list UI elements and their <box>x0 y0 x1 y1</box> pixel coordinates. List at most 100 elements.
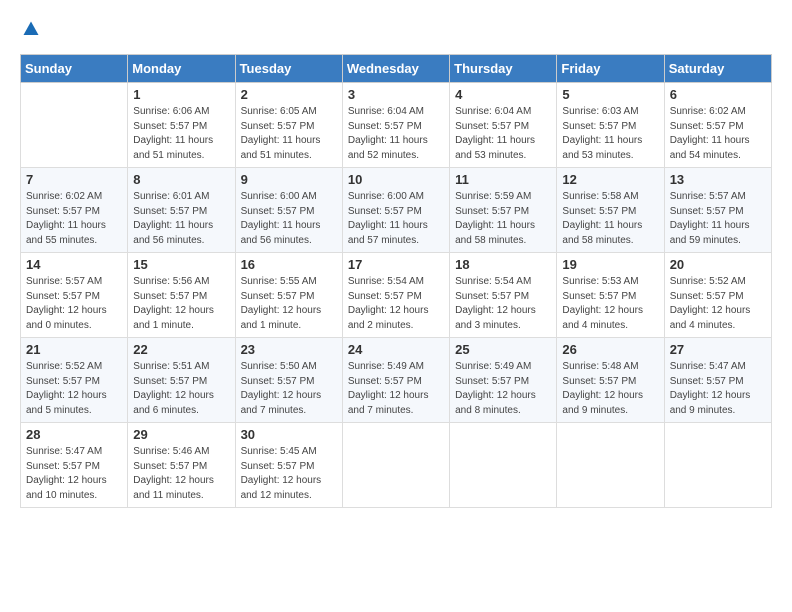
day-number: 30 <box>241 427 337 442</box>
calendar-cell: 15Sunrise: 5:56 AMSunset: 5:57 PMDayligh… <box>128 253 235 338</box>
calendar-cell: 22Sunrise: 5:51 AMSunset: 5:57 PMDayligh… <box>128 338 235 423</box>
day-info: Sunrise: 6:03 AMSunset: 5:57 PMDaylight:… <box>562 105 658 163</box>
calendar-header-row: SundayMondayTuesdayWednesdayThursdayFrid… <box>21 55 772 83</box>
column-header-saturday: Saturday <box>664 55 771 83</box>
day-number: 5 <box>562 87 658 102</box>
calendar-week-5: 28Sunrise: 5:47 AMSunset: 5:57 PMDayligh… <box>21 423 772 508</box>
calendar-cell: 27 Sunrise: 5:47 AMSunset: 5:57 PMDayligh… <box>664 338 771 423</box>
day-number: 11 <box>455 172 551 187</box>
day-number: 29 <box>133 427 229 442</box>
calendar-cell: 4Sunrise: 6:04 AMSunset: 5:57 PMDaylight… <box>450 83 557 168</box>
day-number: 17 <box>348 257 444 272</box>
calendar-cell: 19 Sunrise: 5:53 AMSunset: 5:57 PMDayligh… <box>557 253 664 338</box>
calendar-cell: 14 Sunrise: 5:57 AMSunset: 5:57 PMDayligh… <box>21 253 128 338</box>
column-header-friday: Friday <box>557 55 664 83</box>
day-number: 4 <box>455 87 551 102</box>
calendar-cell: 12 Sunrise: 5:58 AMSunset: 5:57 PMDayligh… <box>557 168 664 253</box>
day-number: 28 <box>26 427 122 442</box>
day-info: Sunrise: 6:05 AMSunset: 5:57 PMDaylight:… <box>241 105 337 163</box>
day-number: 27 <box>670 342 766 357</box>
calendar-cell: 18 Sunrise: 5:54 AMSunset: 5:57 PMDayligh… <box>450 253 557 338</box>
calendar-week-3: 14 Sunrise: 5:57 AMSunset: 5:57 PMDayligh… <box>21 253 772 338</box>
calendar-cell: 6 Sunrise: 6:02 AMSunset: 5:57 PMDaylight… <box>664 83 771 168</box>
day-info: Sunrise: 5:57 AMSunset: 5:57 PMDaylight:… <box>670 190 766 248</box>
day-number: 6 <box>670 87 766 102</box>
day-info: Sunrise: 5:53 AMSunset: 5:57 PMDaylight:… <box>562 275 658 333</box>
day-info: Sunrise: 5:52 AMSunset: 5:57 PMDaylight:… <box>670 275 766 333</box>
day-number: 7 <box>26 172 122 187</box>
day-info: Sunrise: 5:47 AMSunset: 5:57 PMDaylight:… <box>670 360 766 418</box>
calendar-cell: 28Sunrise: 5:47 AMSunset: 5:57 PMDayligh… <box>21 423 128 508</box>
day-info: Sunrise: 6:04 AMSunset: 5:57 PMDaylight:… <box>348 105 444 163</box>
logo-icon <box>22 20 40 38</box>
day-number: 24 <box>348 342 444 357</box>
day-number: 25 <box>455 342 551 357</box>
day-number: 16 <box>241 257 337 272</box>
day-info: Sunrise: 6:01 AMSunset: 5:57 PMDaylight:… <box>133 190 229 248</box>
calendar-cell: 13 Sunrise: 5:57 AMSunset: 5:57 PMDayligh… <box>664 168 771 253</box>
calendar-cell: 21 Sunrise: 5:52 AMSunset: 5:57 PMDayligh… <box>21 338 128 423</box>
calendar-cell: 5 Sunrise: 6:03 AMSunset: 5:57 PMDaylight… <box>557 83 664 168</box>
day-number: 20 <box>670 257 766 272</box>
calendar-cell: 1Sunrise: 6:06 AMSunset: 5:57 PMDaylight… <box>128 83 235 168</box>
calendar-cell: 2 Sunrise: 6:05 AMSunset: 5:57 PMDaylight… <box>235 83 342 168</box>
day-number: 2 <box>241 87 337 102</box>
calendar-cell <box>342 423 449 508</box>
day-info: Sunrise: 6:06 AMSunset: 5:57 PMDaylight:… <box>133 105 229 163</box>
day-info: Sunrise: 5:54 AMSunset: 5:57 PMDaylight:… <box>348 275 444 333</box>
calendar-cell: 17 Sunrise: 5:54 AMSunset: 5:57 PMDayligh… <box>342 253 449 338</box>
calendar-cell: 3 Sunrise: 6:04 AMSunset: 5:57 PMDaylight… <box>342 83 449 168</box>
calendar-cell: 20 Sunrise: 5:52 AMSunset: 5:57 PMDayligh… <box>664 253 771 338</box>
column-header-monday: Monday <box>128 55 235 83</box>
day-number: 12 <box>562 172 658 187</box>
day-info: Sunrise: 5:54 AMSunset: 5:57 PMDaylight:… <box>455 275 551 333</box>
day-info: Sunrise: 5:45 AMSunset: 5:57 PMDaylight:… <box>241 445 337 503</box>
column-header-tuesday: Tuesday <box>235 55 342 83</box>
calendar-cell <box>664 423 771 508</box>
day-number: 13 <box>670 172 766 187</box>
day-info: Sunrise: 5:55 AMSunset: 5:57 PMDaylight:… <box>241 275 337 333</box>
day-number: 15 <box>133 257 229 272</box>
calendar-cell: 25 Sunrise: 5:49 AMSunset: 5:57 PMDayligh… <box>450 338 557 423</box>
day-info: Sunrise: 5:58 AMSunset: 5:57 PMDaylight:… <box>562 190 658 248</box>
day-info: Sunrise: 6:00 AMSunset: 5:57 PMDaylight:… <box>241 190 337 248</box>
day-info: Sunrise: 5:49 AMSunset: 5:57 PMDaylight:… <box>348 360 444 418</box>
day-info: Sunrise: 6:02 AMSunset: 5:57 PMDaylight:… <box>26 190 122 248</box>
calendar-cell: 26Sunrise: 5:48 AMSunset: 5:57 PMDayligh… <box>557 338 664 423</box>
calendar-cell: 7 Sunrise: 6:02 AMSunset: 5:57 PMDaylight… <box>21 168 128 253</box>
day-info: Sunrise: 5:48 AMSunset: 5:57 PMDaylight:… <box>562 360 658 418</box>
calendar-cell: 24 Sunrise: 5:49 AMSunset: 5:57 PMDayligh… <box>342 338 449 423</box>
calendar-cell <box>450 423 557 508</box>
column-header-wednesday: Wednesday <box>342 55 449 83</box>
day-info: Sunrise: 5:57 AMSunset: 5:57 PMDaylight:… <box>26 275 122 333</box>
calendar-week-4: 21 Sunrise: 5:52 AMSunset: 5:57 PMDayligh… <box>21 338 772 423</box>
day-info: Sunrise: 5:59 AMSunset: 5:57 PMDaylight:… <box>455 190 551 248</box>
logo <box>20 20 40 38</box>
calendar-week-1: 1Sunrise: 6:06 AMSunset: 5:57 PMDaylight… <box>21 83 772 168</box>
day-number: 14 <box>26 257 122 272</box>
day-info: Sunrise: 5:49 AMSunset: 5:57 PMDaylight:… <box>455 360 551 418</box>
calendar-cell: 10 Sunrise: 6:00 AMSunset: 5:57 PMDayligh… <box>342 168 449 253</box>
day-number: 18 <box>455 257 551 272</box>
calendar-table: SundayMondayTuesdayWednesdayThursdayFrid… <box>20 54 772 508</box>
calendar-cell: 16 Sunrise: 5:55 AMSunset: 5:57 PMDayligh… <box>235 253 342 338</box>
calendar-cell: 23Sunrise: 5:50 AMSunset: 5:57 PMDayligh… <box>235 338 342 423</box>
day-info: Sunrise: 6:02 AMSunset: 5:57 PMDaylight:… <box>670 105 766 163</box>
calendar-cell: 9 Sunrise: 6:00 AMSunset: 5:57 PMDaylight… <box>235 168 342 253</box>
day-info: Sunrise: 6:00 AMSunset: 5:57 PMDaylight:… <box>348 190 444 248</box>
day-number: 9 <box>241 172 337 187</box>
page-header <box>20 20 772 38</box>
day-number: 23 <box>241 342 337 357</box>
day-number: 3 <box>348 87 444 102</box>
day-info: Sunrise: 5:46 AMSunset: 5:57 PMDaylight:… <box>133 445 229 503</box>
calendar-week-2: 7 Sunrise: 6:02 AMSunset: 5:57 PMDaylight… <box>21 168 772 253</box>
day-info: Sunrise: 5:52 AMSunset: 5:57 PMDaylight:… <box>26 360 122 418</box>
day-number: 22 <box>133 342 229 357</box>
calendar-cell: 11 Sunrise: 5:59 AMSunset: 5:57 PMDayligh… <box>450 168 557 253</box>
calendar-cell <box>557 423 664 508</box>
day-number: 21 <box>26 342 122 357</box>
day-number: 19 <box>562 257 658 272</box>
day-number: 10 <box>348 172 444 187</box>
column-header-sunday: Sunday <box>21 55 128 83</box>
calendar-cell: 30 Sunrise: 5:45 AMSunset: 5:57 PMDayligh… <box>235 423 342 508</box>
